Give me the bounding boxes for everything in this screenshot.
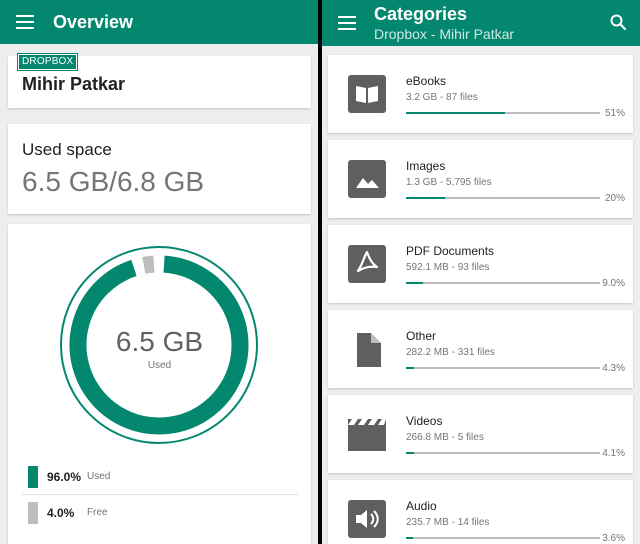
category-name: PDF Documents: [406, 244, 495, 258]
category-percent: 4.1%: [602, 448, 625, 459]
category-name: Videos: [406, 414, 443, 428]
category-percent: 4.3%: [602, 363, 625, 374]
category-other[interactable]: Other 282.2 MB - 331 files 4.3%: [328, 310, 633, 388]
used-space-card: Used space 6.5 GB/6.8 GB: [8, 124, 311, 214]
categories-app-bar: Categories Dropbox - Mihir Patkar: [322, 0, 640, 46]
category-progress-fill: [406, 537, 413, 539]
category-name: eBooks: [406, 74, 447, 88]
menu-icon[interactable]: [16, 15, 34, 29]
category-progress-track: [406, 112, 600, 114]
donut-value: 6.5 GB: [115, 326, 204, 357]
category-progress-fill: [406, 452, 414, 454]
legend-used-percent: 96.0%: [47, 470, 82, 484]
category-size: 1.3 GB - 5,795 files: [406, 177, 492, 188]
category-audio[interactable]: Audio 235.7 MB - 14 files 3.6%: [328, 480, 633, 544]
file-icon: [348, 330, 386, 368]
category-progress-track: [406, 367, 600, 369]
category-name: Images: [406, 159, 446, 173]
category-progress-track: [406, 282, 600, 284]
legend-free-label: Free: [87, 507, 108, 518]
donut-caption: Used: [147, 360, 172, 371]
account-name: Mihir Patkar: [22, 74, 126, 94]
category-ebooks[interactable]: eBooks 3.2 GB - 87 files 51%: [328, 55, 633, 133]
donut-free-arc: [142, 255, 155, 274]
page-title: Overview: [53, 12, 134, 32]
page-subtitle: Dropbox - Mihir Patkar: [374, 26, 515, 42]
category-pdf-documents[interactable]: PDF Documents 592.1 MB - 93 files 9.0%: [328, 225, 633, 303]
category-name: Other: [406, 329, 437, 343]
legend-free-percent: 4.0%: [47, 506, 75, 520]
category-progress-fill: [406, 367, 415, 369]
category-progress-track: [406, 197, 600, 199]
category-percent: 3.6%: [602, 533, 625, 544]
category-progress-fill: [406, 112, 505, 114]
used-space-label: Used space: [22, 140, 112, 159]
category-size: 235.7 MB - 14 files: [406, 517, 490, 528]
legend-free: 4.0% Free: [22, 498, 298, 532]
dropbox-badge: DROPBOX: [16, 53, 79, 71]
audio-icon: [348, 500, 386, 538]
legend-used: 96.0% Used: [22, 462, 298, 496]
category-progress-track: [406, 537, 600, 539]
overview-screen: Overview Mihir Patkar DROPBOX Used space…: [0, 0, 318, 544]
category-progress-fill: [406, 282, 424, 284]
category-progress-track: [406, 452, 600, 454]
overview-app-bar: Overview: [0, 0, 318, 44]
storage-chart-card: 6.5 GB Used 96.0% Used 4.0% Free: [8, 224, 311, 544]
used-space-value: 6.5 GB/6.8 GB: [22, 166, 205, 197]
category-videos[interactable]: Videos 266.8 MB - 5 files 4.1%: [328, 395, 633, 473]
category-size: 592.1 MB - 93 files: [406, 262, 490, 273]
legend-free-swatch: [28, 502, 38, 524]
video-icon: [348, 415, 386, 453]
category-name: Audio: [406, 499, 437, 513]
pdf-icon: [348, 245, 386, 283]
category-images[interactable]: Images 1.3 GB - 5,795 files 20%: [328, 140, 633, 218]
category-percent: 51%: [604, 108, 625, 119]
page-title: Categories: [374, 4, 468, 24]
search-icon[interactable]: [610, 14, 626, 30]
legend-used-swatch: [28, 466, 38, 488]
category-percent: 9.0%: [602, 278, 625, 289]
legend-divider: [22, 494, 298, 495]
category-progress-fill: [406, 197, 445, 199]
category-size: 3.2 GB - 87 files: [406, 92, 478, 103]
categories-screen: Categories Dropbox - Mihir Patkar eBooks…: [322, 0, 640, 544]
image-icon: [348, 160, 386, 198]
category-percent: 20%: [604, 193, 625, 204]
category-size: 266.8 MB - 5 files: [406, 432, 484, 443]
menu-icon[interactable]: [338, 16, 356, 30]
category-size: 282.2 MB - 331 files: [406, 347, 495, 358]
book-icon: [348, 75, 386, 113]
legend-used-label: Used: [87, 471, 111, 482]
